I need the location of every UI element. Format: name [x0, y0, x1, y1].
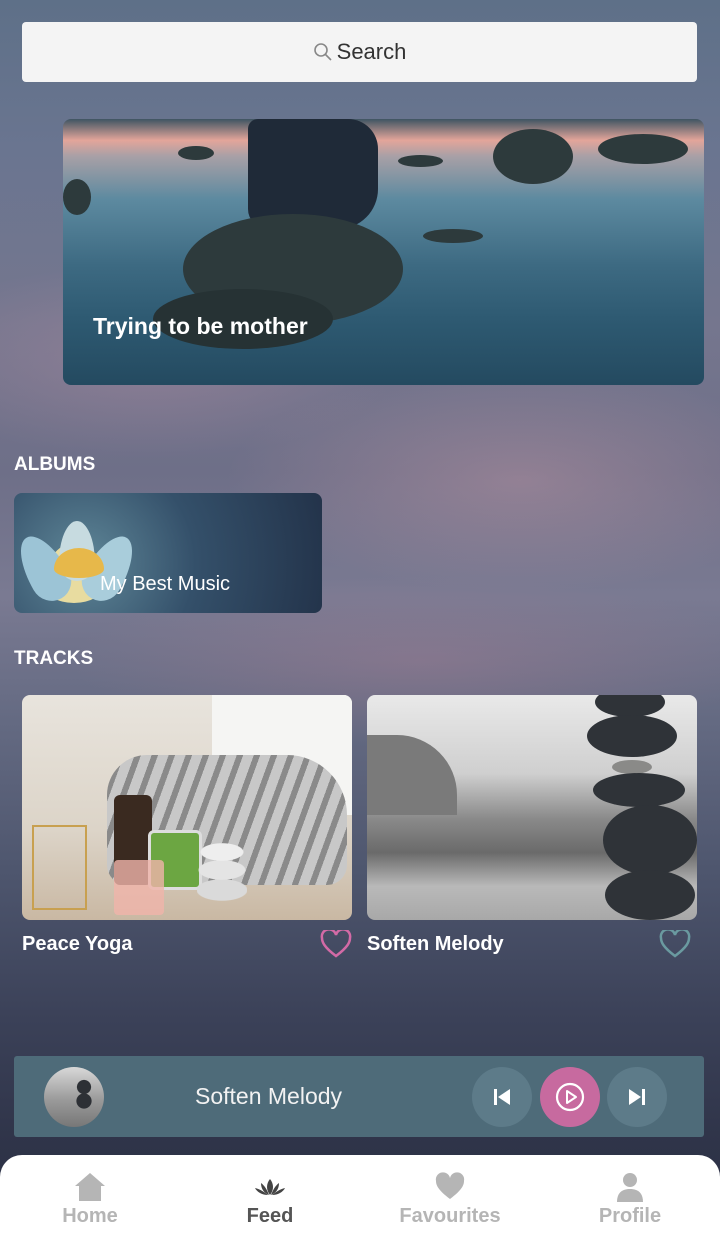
search-icon — [313, 43, 332, 61]
heart-icon[interactable] — [320, 930, 352, 958]
player-track-title: Soften Melody — [195, 1083, 343, 1109]
previous-icon — [494, 1089, 510, 1105]
nav-label-profile: Profile — [598, 1205, 662, 1227]
track-thumbnail — [367, 695, 697, 920]
nav-item-profile[interactable]: Profile — [540, 1155, 720, 1243]
lotus-icon — [255, 1179, 285, 1195]
nav-item-favourites[interactable]: Favourites — [360, 1155, 540, 1243]
nav-label-home: Home — [62, 1205, 118, 1227]
album-title: My Best Music — [100, 573, 231, 595]
next-button[interactable] — [607, 1067, 667, 1127]
featured-title: Trying to be mother — [93, 313, 308, 339]
next-icon — [629, 1089, 645, 1105]
albums-heading: ALBUMS — [14, 454, 96, 475]
heart-icon[interactable] — [659, 930, 691, 958]
track-card[interactable]: Peace Yoga — [22, 695, 352, 958]
play-button[interactable] — [540, 1067, 600, 1127]
featured-card[interactable]: Trying to be mother — [63, 119, 704, 385]
track-card[interactable]: Soften Melody — [367, 695, 697, 958]
play-icon — [555, 1082, 585, 1112]
player-artwork — [44, 1067, 104, 1127]
track-title: Soften Melody — [367, 932, 504, 955]
nav-label-favourites: Favourites — [399, 1205, 501, 1227]
user-icon — [617, 1173, 643, 1202]
heart-icon — [435, 1172, 465, 1199]
search-label: Search — [336, 39, 407, 64]
nav-item-home[interactable]: Home — [0, 1155, 180, 1243]
nav-label-feed: Feed — [246, 1205, 294, 1227]
previous-button[interactable] — [472, 1067, 532, 1127]
bottom-navigation: Home Feed Favourites Profile — [0, 1155, 720, 1243]
home-icon — [75, 1173, 105, 1201]
album-card[interactable]: My Best Music — [14, 493, 322, 613]
mini-player[interactable]: Soften Melody — [14, 1056, 704, 1137]
search-bar[interactable]: Search — [22, 22, 697, 82]
hero-image — [248, 119, 378, 229]
track-title: Peace Yoga — [22, 932, 133, 955]
nav-item-feed[interactable]: Feed — [180, 1155, 360, 1243]
track-thumbnail — [22, 695, 352, 920]
tracks-heading: TRACKS — [14, 648, 94, 669]
